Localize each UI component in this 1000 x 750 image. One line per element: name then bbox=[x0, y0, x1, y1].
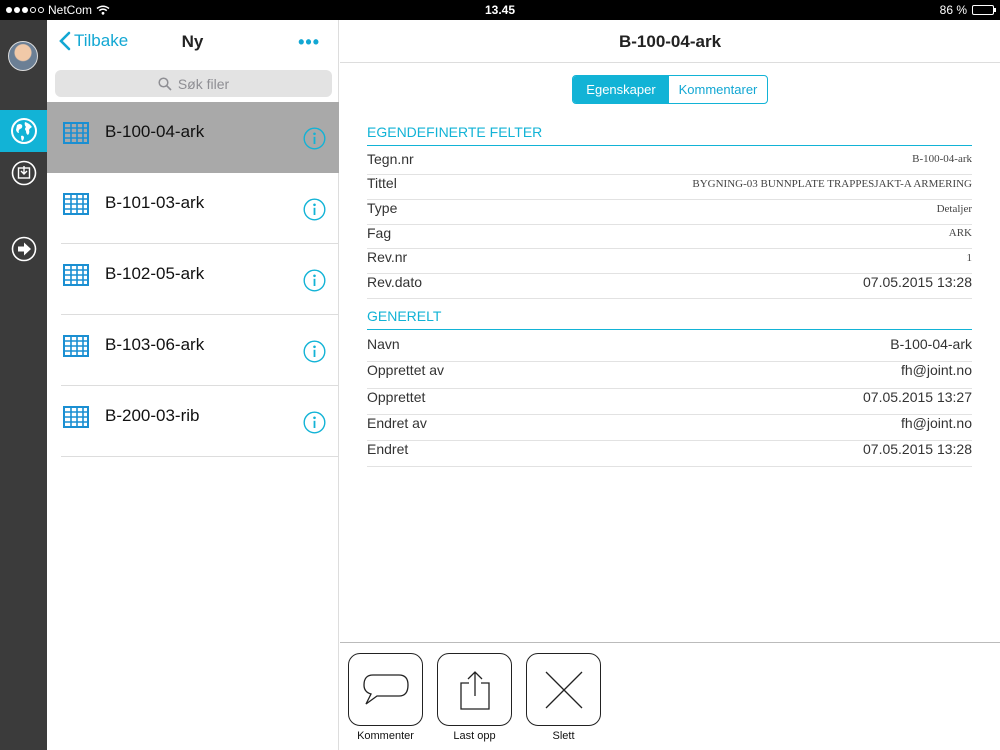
comment-bubble-icon bbox=[362, 673, 409, 705]
property-key: Fag bbox=[367, 225, 392, 241]
section-header-custom-fields: EGENDEFINERTE FELTER bbox=[367, 124, 972, 146]
property-row: Opprettet av fh@joint.no bbox=[367, 362, 972, 389]
spreadsheet-icon bbox=[63, 122, 89, 144]
globe-icon bbox=[10, 118, 37, 144]
property-value: fh@joint.no bbox=[900, 415, 972, 431]
spreadsheet-icon bbox=[63, 193, 89, 215]
property-key: Type bbox=[367, 200, 398, 216]
tab-kommentarer[interactable]: Kommentarer bbox=[669, 76, 767, 103]
file-row[interactable]: B-102-05-ark bbox=[47, 244, 339, 315]
upload-button-box[interactable] bbox=[437, 653, 512, 726]
detail-pane: B-100-04-ark Egenskaper Kommentarer EGEN… bbox=[340, 20, 1000, 750]
battery-icon bbox=[972, 5, 996, 15]
logout-icon bbox=[11, 236, 36, 262]
property-key: Endret av bbox=[367, 415, 427, 431]
property-key: Tittel bbox=[367, 175, 397, 191]
property-value: ARK bbox=[948, 227, 972, 239]
status-bar: NetCom 13.45 86 % bbox=[0, 0, 1000, 20]
upload-button[interactable]: Last opp bbox=[437, 653, 512, 742]
file-list-pane: Tilbake Ny ••• Søk filer B-100-04-ark B-… bbox=[47, 20, 339, 750]
spreadsheet-icon bbox=[63, 264, 89, 286]
property-row: Endret 07.05.2015 13:28 bbox=[367, 441, 972, 467]
search-input[interactable]: Søk filer bbox=[55, 70, 332, 97]
property-value: fh@joint.no bbox=[900, 362, 972, 378]
file-name: B-100-04-ark bbox=[105, 122, 205, 141]
property-row: Endret av fh@joint.no bbox=[367, 415, 972, 441]
spreadsheet-icon bbox=[63, 335, 89, 357]
file-name: B-102-05-ark bbox=[105, 264, 205, 283]
property-row: Fag ARK bbox=[367, 225, 972, 249]
segmented-control: Egenskaper Kommentarer bbox=[572, 75, 768, 104]
property-value: 07.05.2015 13:28 bbox=[863, 274, 972, 290]
more-button[interactable]: ••• bbox=[298, 32, 320, 53]
detail-title: B-100-04-ark bbox=[340, 20, 1000, 63]
list-title: Ny bbox=[181, 32, 204, 51]
property-row: Rev.dato 07.05.2015 13:28 bbox=[367, 274, 972, 299]
info-icon[interactable] bbox=[303, 269, 326, 292]
property-key: Navn bbox=[367, 336, 400, 352]
property-row: Opprettet 07.05.2015 13:27 bbox=[367, 389, 972, 415]
action-toolbar: Kommenter Last opp Slett bbox=[340, 642, 1000, 750]
share-upload-icon bbox=[459, 670, 490, 710]
file-row[interactable]: B-103-06-ark bbox=[47, 315, 339, 386]
file-row[interactable]: B-100-04-ark bbox=[47, 102, 339, 173]
property-row: Tittel BYGNING-03 BUNNPLATE TRAPPESJAKT-… bbox=[367, 175, 972, 200]
spreadsheet-icon bbox=[63, 406, 89, 428]
comment-button-box[interactable] bbox=[348, 653, 423, 726]
property-value: 07.05.2015 13:27 bbox=[863, 389, 972, 405]
close-x-icon bbox=[545, 671, 582, 708]
upload-label: Last opp bbox=[453, 730, 496, 742]
info-icon[interactable] bbox=[303, 127, 326, 150]
file-name: B-200-03-rib bbox=[105, 406, 200, 425]
property-row: Navn B-100-04-ark bbox=[367, 336, 972, 362]
rail-item-logout[interactable] bbox=[0, 228, 47, 270]
property-key: Tegn.nr bbox=[367, 151, 414, 167]
property-value: Detaljer bbox=[936, 203, 972, 215]
file-name: B-103-06-ark bbox=[105, 335, 205, 354]
property-key: Endret bbox=[367, 441, 409, 457]
property-value: BYGNING-03 BUNNPLATE TRAPPESJAKT-A ARMER… bbox=[692, 178, 972, 190]
info-icon[interactable] bbox=[303, 411, 326, 434]
tab-egenskaper[interactable]: Egenskaper bbox=[573, 76, 669, 103]
property-value: 1 bbox=[966, 252, 973, 264]
property-value: B-100-04-ark bbox=[912, 153, 972, 165]
comment-button[interactable]: Kommenter bbox=[348, 653, 423, 742]
info-icon[interactable] bbox=[303, 198, 326, 221]
rail-item-download[interactable] bbox=[0, 152, 47, 194]
download-icon bbox=[11, 160, 36, 186]
property-value: 07.05.2015 13:28 bbox=[863, 441, 972, 457]
search-placeholder: Søk filer bbox=[177, 75, 230, 92]
file-row[interactable]: B-101-03-ark bbox=[47, 173, 339, 244]
rail-item-globe[interactable] bbox=[0, 110, 47, 152]
battery-percent: 86 % bbox=[939, 3, 967, 17]
comment-label: Kommenter bbox=[357, 730, 414, 742]
file-row[interactable]: B-200-03-rib bbox=[47, 386, 339, 457]
delete-label: Slett bbox=[552, 730, 575, 742]
sidebar-rail bbox=[0, 20, 47, 750]
avatar[interactable] bbox=[8, 41, 38, 71]
section-header-general: GENERELT bbox=[367, 308, 972, 330]
property-row: Rev.nr 1 bbox=[367, 249, 972, 274]
property-value: B-100-04-ark bbox=[890, 336, 972, 352]
property-key: Rev.nr bbox=[367, 249, 408, 265]
property-row: Type Detaljer bbox=[367, 200, 972, 225]
search-icon bbox=[158, 76, 172, 91]
property-key: Opprettet bbox=[367, 389, 426, 405]
property-key: Opprettet av bbox=[367, 362, 445, 378]
property-key: Rev.dato bbox=[367, 274, 422, 290]
info-icon[interactable] bbox=[303, 340, 326, 363]
status-right: 86 % bbox=[939, 3, 996, 17]
delete-button[interactable]: Slett bbox=[526, 653, 601, 742]
file-list: B-100-04-ark B-101-03-ark B-102-05-ark B… bbox=[47, 102, 339, 457]
delete-button-box[interactable] bbox=[526, 653, 601, 726]
property-row: Tegn.nr B-100-04-ark bbox=[367, 151, 972, 175]
file-name: B-101-03-ark bbox=[105, 193, 205, 212]
clock: 13.45 bbox=[484, 3, 516, 17]
list-navbar: Tilbake Ny ••• bbox=[47, 20, 338, 63]
